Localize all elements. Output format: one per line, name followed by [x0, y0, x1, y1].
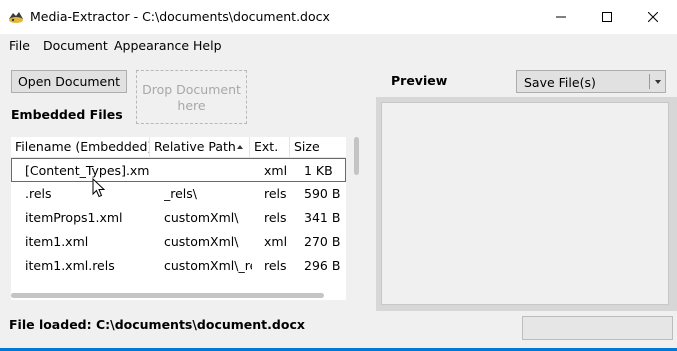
list-header: Filename (Embedded) Relative Path Ext. S…	[11, 137, 346, 158]
cell-filename: .rels	[25, 186, 52, 201]
cell-ext: rels	[264, 210, 287, 225]
drop-zone[interactable]: Drop Document here	[136, 70, 247, 124]
horizontal-scrollbar[interactable]	[11, 293, 324, 298]
cell-filename: item1.xml	[25, 234, 89, 249]
mouse-cursor-icon	[92, 178, 106, 198]
app-icon	[9, 12, 23, 23]
cell-size: 270 B	[304, 234, 341, 249]
cell-size: 341 B	[304, 210, 341, 225]
status-bar: File loaded: C:\documents\document.docx	[0, 311, 677, 348]
save-files-selected: Save File(s)	[524, 75, 596, 90]
open-document-button[interactable]: Open Document	[11, 70, 127, 93]
cell-filename: [Content_Types].xml	[25, 163, 149, 178]
cell-ext: rels	[264, 258, 287, 273]
status-text: File loaded: C:\documents\document.docx	[9, 317, 305, 332]
vertical-scrollbar[interactable]	[354, 137, 359, 175]
dropdown-divider	[649, 74, 650, 89]
close-button[interactable]	[630, 0, 676, 34]
window-title: Media-Extractor - C:\documents\document.…	[30, 9, 330, 24]
column-ext[interactable]: Ext.	[250, 137, 290, 158]
cell-path: _rels\	[164, 186, 198, 201]
progress-bar	[522, 316, 673, 340]
embedded-files-label: Embedded Files	[11, 107, 123, 122]
preview-panel	[376, 97, 677, 311]
table-row[interactable]: item1.xml customXml\ xml 270 B	[11, 230, 346, 254]
menu-file[interactable]: File	[9, 38, 30, 53]
close-icon	[648, 12, 658, 22]
cell-size: 296 B	[304, 258, 341, 273]
cell-path: customXml\_rels\	[164, 258, 252, 273]
maximize-button[interactable]	[584, 0, 630, 34]
column-relative-path-label: Relative Path	[154, 139, 236, 154]
maximize-icon	[602, 12, 612, 22]
table-row[interactable]: itemProps1.xml customXml\ rels 341 B	[11, 206, 346, 230]
drop-zone-line1: Drop Document	[142, 82, 241, 97]
column-size[interactable]: Size	[290, 137, 346, 158]
cell-path: customXml\	[164, 234, 239, 249]
column-relative-path[interactable]: Relative Path	[150, 137, 250, 158]
menu-appearance[interactable]: Appearance	[114, 38, 189, 53]
preview-area	[381, 102, 669, 305]
column-filename[interactable]: Filename (Embedded)	[11, 137, 150, 158]
cell-size: 590 B	[304, 186, 341, 201]
menu-bar: File Document Appearance Help	[0, 34, 677, 56]
cell-ext: rels	[264, 186, 287, 201]
menu-help[interactable]: Help	[193, 38, 222, 53]
sort-ascending-icon	[237, 145, 243, 149]
embedded-files-list[interactable]: Filename (Embedded) Relative Path Ext. S…	[11, 137, 346, 300]
cell-ext: xml	[264, 234, 288, 249]
cell-filename: item1.xml.rels	[25, 258, 115, 273]
chevron-down-icon	[655, 80, 661, 84]
cell-ext: xml	[264, 163, 288, 178]
cell-filename: itemProps1.xml	[25, 210, 123, 225]
table-row[interactable]: [Content_Types].xml xml 1 KB	[11, 158, 346, 182]
cell-size: 1 KB	[304, 163, 333, 178]
preview-label: Preview	[391, 73, 448, 88]
cell-path: customXml\	[164, 210, 239, 225]
menu-document[interactable]: Document	[43, 38, 108, 53]
title-bar: Media-Extractor - C:\documents\document.…	[0, 0, 677, 34]
table-row[interactable]: item1.xml.rels customXml\_rels\ rels 296…	[11, 254, 346, 278]
minimize-icon	[556, 16, 566, 18]
cell-path	[164, 159, 250, 183]
table-row[interactable]: .rels _rels\ rels 590 B	[11, 182, 346, 206]
drop-zone-line2: here	[177, 98, 206, 113]
minimize-button[interactable]	[538, 0, 584, 34]
save-files-dropdown[interactable]: Save File(s)	[516, 70, 666, 93]
